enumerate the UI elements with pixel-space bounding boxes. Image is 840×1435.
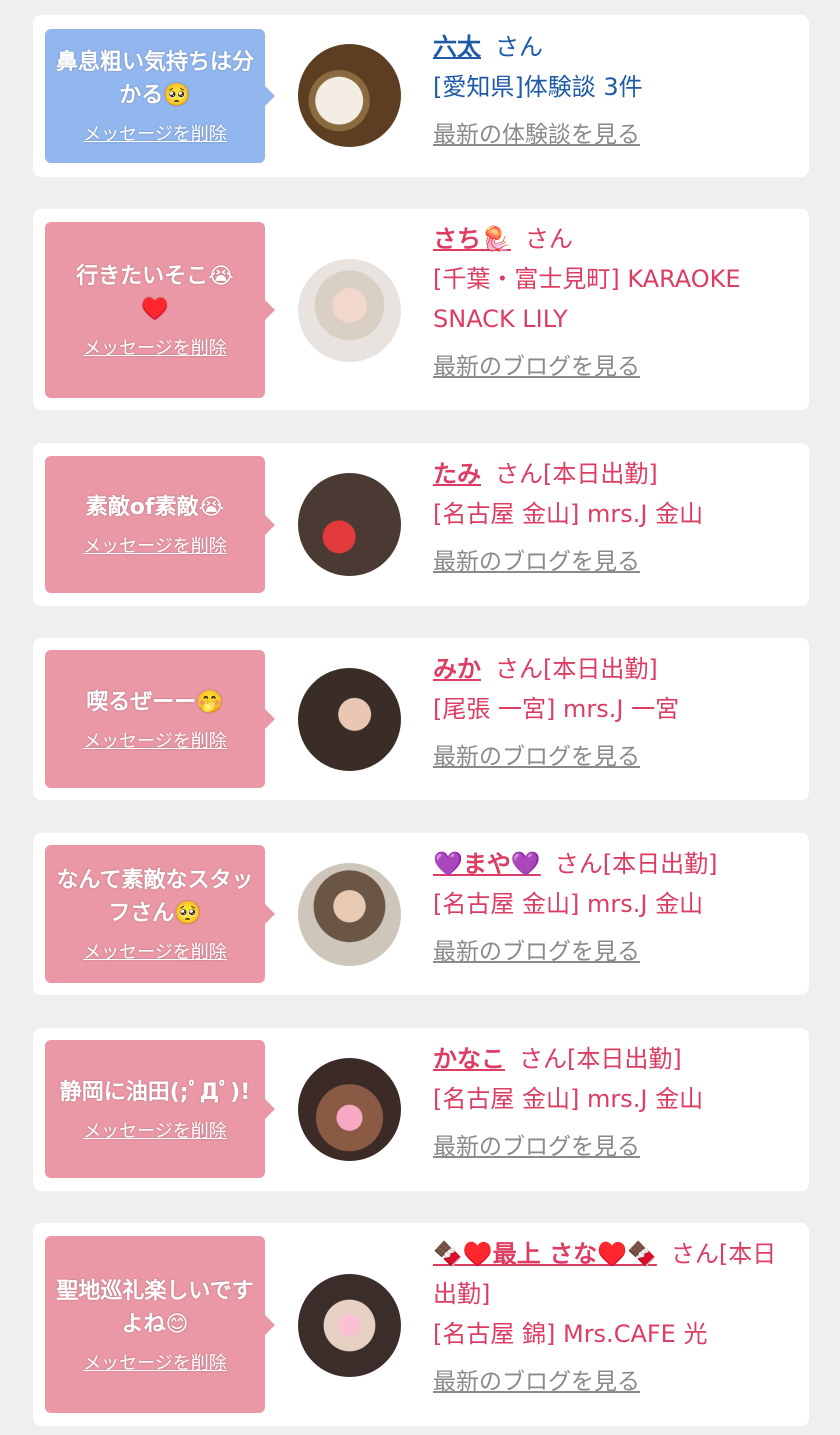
message-list: 鼻息粗い気持ちは分かる🥺 メッセージを削除 六太 さん [愛知県]体験談 3件 最… [0,0,840,1435]
shop-label: [名古屋 金山] mrs.J 金山 [433,1085,704,1113]
delete-message-link[interactable]: メッセージを削除 [83,1349,227,1375]
avatar[interactable] [298,44,401,147]
avatar[interactable] [298,668,401,771]
user-info: さち🪼 さん [千葉・富士見町] KARAOKE SNACK LILY 最新のブロ… [433,219,793,383]
delete-message-link[interactable]: メッセージを削除 [83,532,227,558]
message-bubble: 喫るぜーー🤭 メッセージを削除 [45,650,275,788]
delete-message-link[interactable]: メッセージを削除 [83,334,227,360]
message-text: 素敵of素敵😭 [85,495,225,520]
message-bubble: 素敵of素敵😭 メッセージを削除 [45,456,275,593]
user-name-link[interactable]: さち🪼 [433,225,511,253]
name-suffix: さん[本日出勤] [519,1045,682,1073]
list-item: なんて素敵なスタッフさん🥺 メッセージを削除 💜まや💜 さん[本日出勤] [名古屋… [33,833,809,995]
user-info: かなこ さん[本日出勤] [名古屋 金山] mrs.J 金山 最新のブログを見る [433,1039,793,1163]
shop-label: [名古屋 金山] mrs.J 金山 [433,890,704,918]
delete-message-link[interactable]: メッセージを削除 [83,727,227,753]
user-info: 💜まや💜 さん[本日出勤] [名古屋 金山] mrs.J 金山 最新のブログを見る [433,844,793,968]
message-bubble: 行きたいそこ😭♥️ メッセージを削除 [45,222,275,398]
list-item: 静岡に油田(;ﾟДﾟ)! メッセージを削除 かなこ さん[本日出勤] [名古屋 金… [33,1028,809,1191]
view-latest-link[interactable]: 最新のブログを見る [433,546,793,578]
user-name-link[interactable]: みか [433,655,481,683]
user-info: 六太 さん [愛知県]体験談 3件 最新の体験談を見る [433,27,793,151]
list-item: 聖地巡礼楽しいですよね😊 メッセージを削除 🍫♥️最上 さな♥️🍫 さん[本日出勤… [33,1223,809,1426]
avatar[interactable] [298,473,401,576]
name-suffix: さん[本日出勤] [495,460,658,488]
user-name-link[interactable]: たみ [433,460,481,488]
shop-label: [尾張 一宮] mrs.J 一宮 [433,695,680,723]
delete-message-link[interactable]: メッセージを削除 [83,1117,227,1143]
message-bubble: 静岡に油田(;ﾟДﾟ)! メッセージを削除 [45,1040,275,1178]
name-suffix: さん [524,225,573,253]
list-item: 行きたいそこ😭♥️ メッセージを削除 さち🪼 さん [千葉・富士見町] KARAO… [33,209,809,410]
view-latest-link[interactable]: 最新のブログを見る [433,741,793,773]
delete-message-link[interactable]: メッセージを削除 [83,938,227,964]
user-name-link[interactable]: 💜まや💜 [433,850,541,878]
shop-label: [千葉・富士見町] KARAOKE SNACK LILY [433,265,741,333]
name-suffix: さん[本日出勤] [495,655,658,683]
name-suffix: さん[本日出勤] [554,850,718,878]
view-latest-link[interactable]: 最新のブログを見る [433,1131,793,1163]
user-info: 🍫♥️最上 さな♥️🍫 さん[本日出勤] [名古屋 錦] Mrs.CAFE 光 最… [433,1234,793,1398]
list-item: 素敵of素敵😭 メッセージを削除 たみ さん[本日出勤] [名古屋 金山] mrs… [33,443,809,606]
message-text: なんて素敵なスタッフさん🥺 [56,868,254,926]
message-bubble: 鼻息粗い気持ちは分かる🥺 メッセージを削除 [45,29,275,163]
user-name-link[interactable]: かなこ [433,1045,505,1073]
message-bubble: なんて素敵なスタッフさん🥺 メッセージを削除 [45,845,275,983]
delete-message-link[interactable]: メッセージを削除 [83,120,227,146]
message-text: 鼻息粗い気持ちは分かる🥺 [55,50,254,108]
message-text: 喫るぜーー🤭 [86,689,224,715]
message-text: 静岡に油田(;ﾟДﾟ)! [59,1079,251,1105]
user-info: みか さん[本日出勤] [尾張 一宮] mrs.J 一宮 最新のブログを見る [433,649,793,773]
shop-label: [名古屋 金山] mrs.J 金山 [433,500,704,528]
shop-label: [愛知県]体験談 3件 [433,73,643,101]
view-latest-link[interactable]: 最新のブログを見る [433,1366,793,1398]
message-bubble: 聖地巡礼楽しいですよね😊 メッセージを削除 [45,1236,275,1413]
name-suffix: さん [495,33,543,61]
message-text: 聖地巡礼楽しいですよね😊 [56,1278,254,1337]
avatar[interactable] [298,1058,401,1161]
list-item: 鼻息粗い気持ちは分かる🥺 メッセージを削除 六太 さん [愛知県]体験談 3件 最… [33,15,809,177]
view-latest-link[interactable]: 最新のブログを見る [433,936,793,968]
shop-label: [名古屋 錦] Mrs.CAFE 光 [433,1320,708,1348]
user-info: たみ さん[本日出勤] [名古屋 金山] mrs.J 金山 最新のブログを見る [433,454,793,578]
view-latest-link[interactable]: 最新のブログを見る [433,351,793,383]
user-name-link[interactable]: 🍫♥️最上 さな♥️🍫 [433,1240,657,1268]
avatar[interactable] [298,259,401,362]
message-text: 行きたいそこ😭♥️ [76,264,234,322]
view-latest-link[interactable]: 最新の体験談を見る [433,119,793,151]
avatar[interactable] [298,1274,401,1377]
user-name-link[interactable]: 六太 [433,33,481,61]
list-item: 喫るぜーー🤭 メッセージを削除 みか さん[本日出勤] [尾張 一宮] mrs.J… [33,638,809,800]
avatar[interactable] [298,863,401,966]
